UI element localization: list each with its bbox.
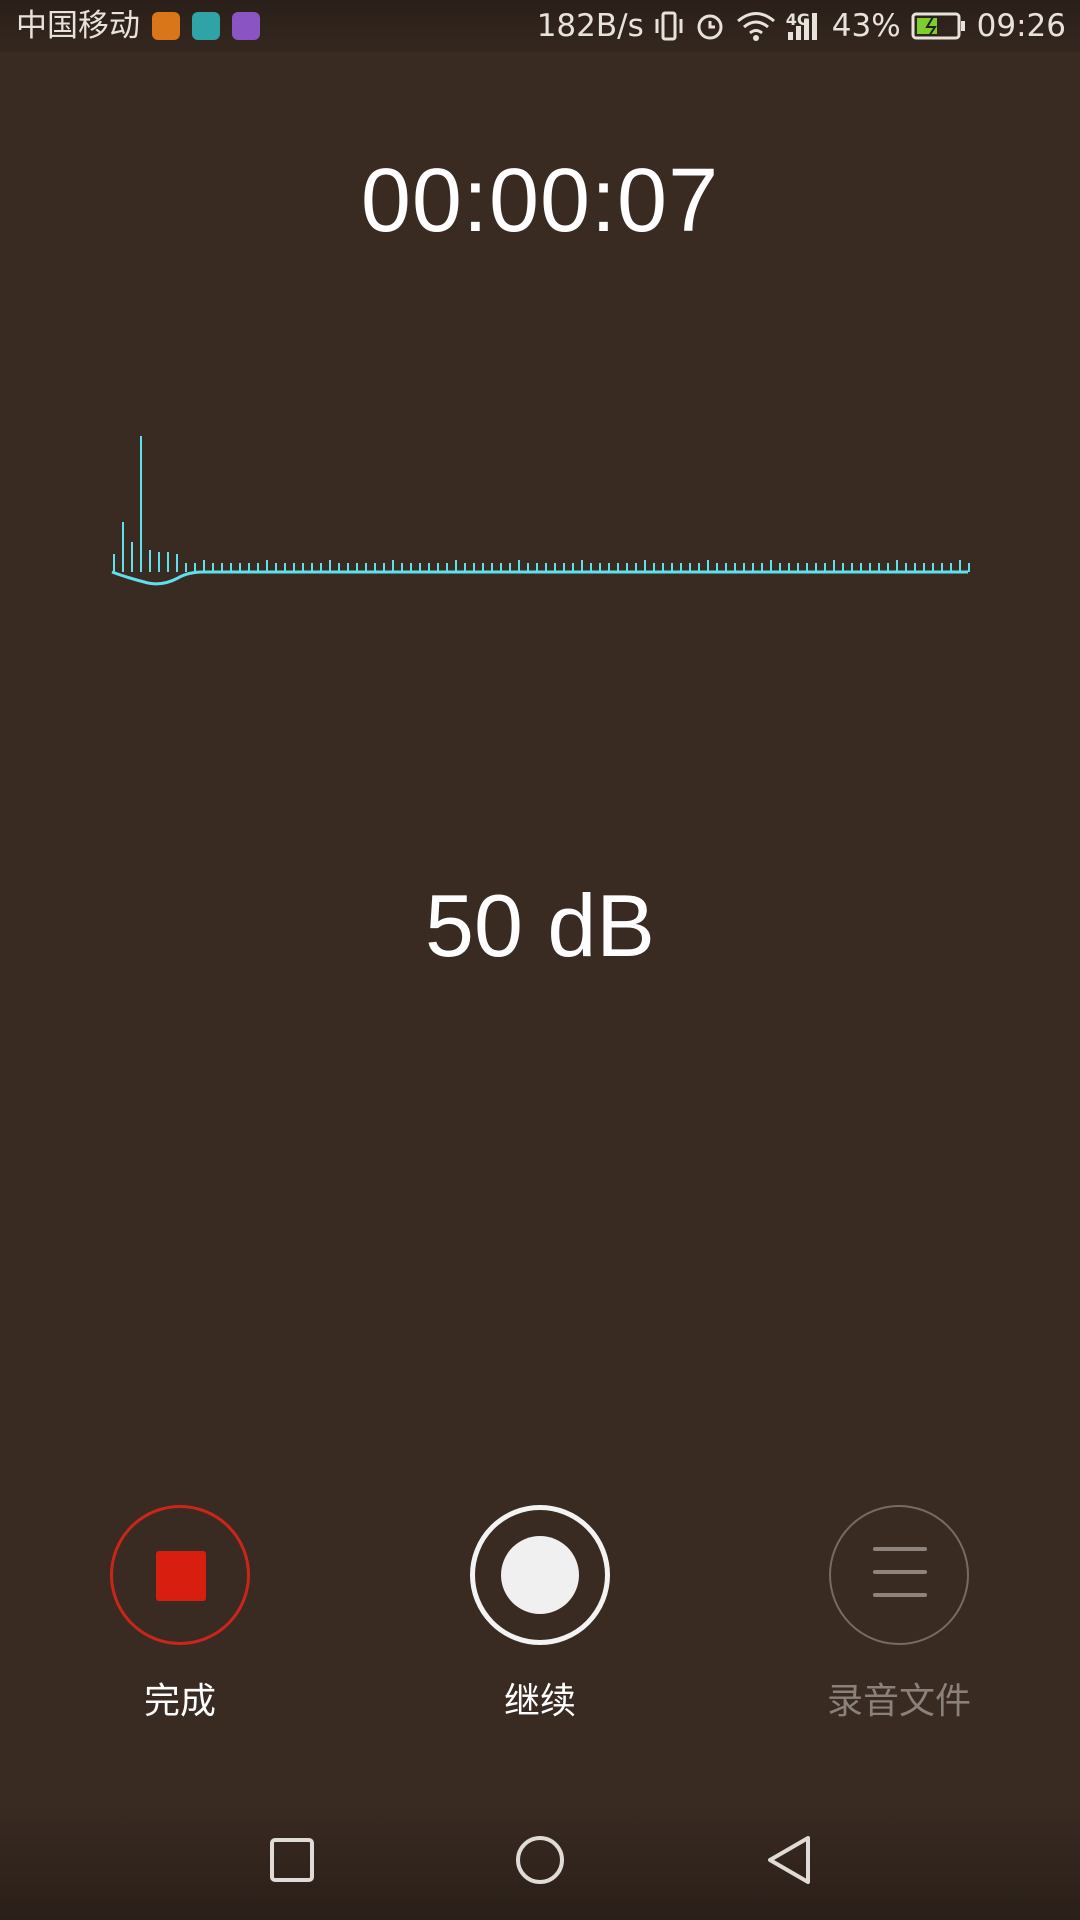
alarm-icon [694,10,726,42]
navigation-bar [0,1800,1080,1920]
battery-percent: 43% [831,8,901,44]
square-icon [270,1838,314,1882]
network-type-label: 4G [785,10,811,29]
record-icon [501,1536,579,1614]
elapsed-time: 00:00:07 [360,151,720,251]
waveform-bars [113,436,970,572]
back-triangle-icon [768,1836,810,1884]
wifi-icon [736,10,776,42]
carrier-name: 中国移动 [16,8,140,44]
done-label[interactable]: 完成 [60,1672,300,1724]
circle-icon [516,1836,564,1884]
signal-icon: 4G [786,10,822,42]
gallery-icon [232,12,260,40]
recent-apps-button[interactable] [262,1830,322,1890]
waveform-baseline [111,570,968,586]
status-right: 182B/s 4G 43% 09:26 [537,6,1066,46]
status-left: 中国移动 [16,6,260,46]
clock: 09:26 [976,8,1066,44]
sound-level: 50 dB [425,876,655,975]
status-bar: 中国移动 182B/s 4G 43% 09:26 [0,0,1080,52]
health-app-icon [152,12,180,40]
done-button[interactable] [110,1505,250,1645]
home-button[interactable] [510,1830,570,1890]
resume-label[interactable]: 继续 [420,1672,660,1724]
android-debug-icon [192,12,220,40]
waveform [111,436,970,586]
back-button[interactable] [760,1830,820,1890]
list-icon [873,1547,927,1616]
battery-charging-icon [911,11,967,41]
network-speed: 182B/s [536,8,644,44]
vibrate-icon [654,10,684,42]
stop-icon [156,1551,206,1601]
resume-button[interactable] [470,1505,610,1645]
recordings-label[interactable]: 录音文件 [779,1672,1019,1724]
recorder-screen: 中国移动 182B/s 4G 43% 09:26 00:00:07 50 dB … [0,0,1080,1920]
recordings-list-button[interactable] [829,1505,969,1645]
